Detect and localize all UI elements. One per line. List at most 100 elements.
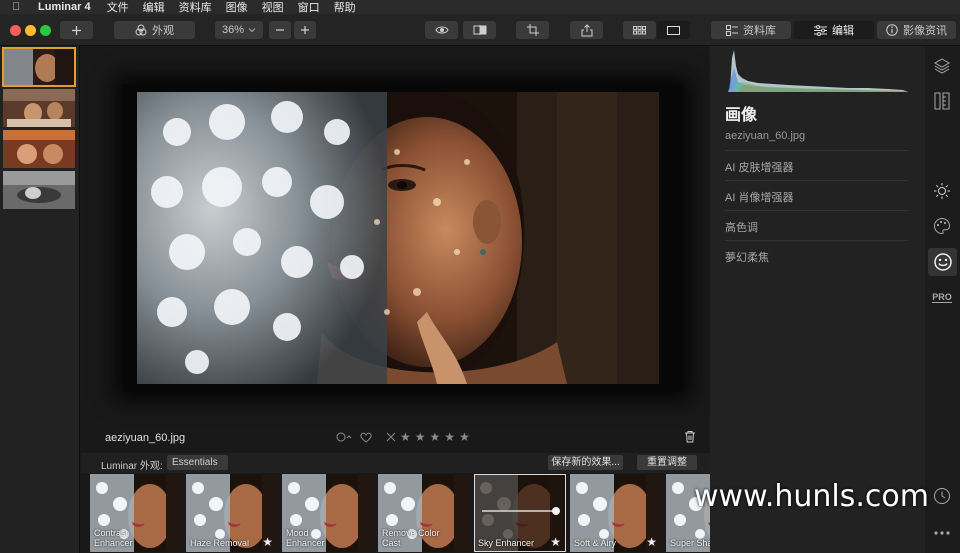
crop-icon: [526, 24, 539, 36]
look-preset-label: Sky Enhancer: [478, 538, 535, 548]
reset-adjustments-button[interactable]: 重置调整: [637, 455, 697, 470]
star-rating-3[interactable]: ★: [430, 430, 441, 444]
image-canvas[interactable]: [81, 46, 710, 453]
ellipsis-icon: [934, 531, 950, 535]
panel-title: 画像: [725, 107, 758, 124]
rating-controls: ★ ★ ★ ★ ★: [336, 430, 474, 444]
zoom-select[interactable]: 36%: [215, 21, 263, 39]
sliders-icon: [814, 24, 827, 36]
filmstrip-thumb[interactable]: [3, 130, 75, 168]
tool-ai-portrait-enhancer[interactable]: AI 肖像增强器: [725, 180, 908, 210]
crop-button[interactable]: [516, 21, 549, 39]
star-rating-2[interactable]: ★: [415, 430, 426, 444]
look-preset[interactable]: Soft & Airy ★: [570, 474, 662, 552]
looks-toggle-button[interactable]: 外观: [114, 21, 195, 39]
looks-collection-select[interactable]: Essentials ⌄: [167, 455, 228, 482]
single-view-button[interactable]: [657, 21, 690, 39]
reject-x-icon[interactable]: [386, 432, 396, 442]
grid-view-button[interactable]: [623, 21, 656, 39]
tool-ai-skin-enhancer[interactable]: AI 皮肤增强器: [725, 150, 908, 180]
canvas-tools-button[interactable]: [931, 90, 953, 112]
panel-filename: aeziyuan_60.jpg: [725, 130, 806, 142]
look-preset[interactable]: Haze Removal ★: [186, 474, 278, 552]
menu-window[interactable]: 窗口: [298, 0, 320, 15]
essentials-button[interactable]: [931, 180, 953, 202]
library-icon: [726, 24, 738, 36]
apple-icon[interactable]: : [12, 1, 22, 13]
looks-toggle-label: 外观: [152, 25, 174, 37]
favorite-star-icon[interactable]: ★: [550, 535, 561, 549]
color-label-icon[interactable]: [336, 432, 352, 442]
star-rating-4[interactable]: ★: [444, 430, 455, 444]
star-rating-1[interactable]: ★: [400, 430, 411, 444]
menu-image[interactable]: 图像: [226, 0, 248, 15]
image-filename: aeziyuan_60.jpg: [105, 432, 186, 444]
pro-label: PRO: [932, 291, 952, 303]
filmstrip-thumb[interactable]: [3, 171, 75, 209]
creative-button[interactable]: [931, 215, 953, 237]
sun-icon: [934, 183, 950, 199]
main-photo[interactable]: [137, 92, 659, 384]
clock-icon: [934, 488, 950, 504]
look-preset[interactable]: Remove Color Cast: [378, 474, 470, 552]
zoom-in-button[interactable]: [294, 21, 316, 39]
zoom-out-button[interactable]: [269, 21, 291, 39]
look-preset[interactable]: Contrast Enhancer: [90, 474, 182, 552]
menu-library[interactable]: 资料库: [179, 0, 212, 15]
canvas-ruler-icon: [934, 92, 950, 110]
share-button[interactable]: [570, 21, 603, 39]
tool-orton-effect[interactable]: 夢幻柔焦: [725, 240, 908, 270]
filmstrip-thumb[interactable]: [3, 89, 75, 127]
portrait-button[interactable]: [928, 248, 957, 276]
zoom-window-button[interactable]: [40, 25, 51, 36]
filmstrip: [0, 46, 80, 553]
plus-icon: [72, 25, 81, 35]
eye-icon: [434, 26, 449, 34]
preview-eye-button[interactable]: [425, 21, 458, 39]
menu-app-name[interactable]: Luminar 4: [38, 1, 91, 13]
compare-split-icon: [473, 25, 486, 35]
minus-icon: [276, 29, 284, 31]
menu-file[interactable]: 文件: [107, 0, 129, 15]
palette-icon: [934, 217, 951, 235]
star-rating-5[interactable]: ★: [459, 430, 470, 444]
tab-edit[interactable]: 编辑: [794, 21, 874, 39]
looks-label: Luminar 外观:: [101, 461, 163, 472]
tab-info[interactable]: 影像资讯: [877, 21, 956, 39]
history-button[interactable]: [931, 485, 953, 507]
look-preset-label: Remove Color Cast: [382, 528, 440, 548]
look-preset-label: Contrast Enhancer: [94, 528, 133, 548]
menu-help[interactable]: 帮助: [334, 0, 356, 15]
close-window-button[interactable]: [10, 25, 21, 36]
histogram: [728, 50, 908, 92]
save-look-button[interactable]: 保存新的效果...: [548, 455, 623, 470]
look-preset-label: Super Sha: [670, 538, 710, 548]
tool-high-key[interactable]: 高色调: [725, 210, 908, 240]
more-options-button[interactable]: [931, 522, 953, 544]
minimize-window-button[interactable]: [25, 25, 36, 36]
favorite-star-icon[interactable]: ★: [262, 535, 273, 549]
menu-view[interactable]: 视图: [262, 0, 284, 15]
share-icon: [581, 23, 592, 36]
favorite-star-icon[interactable]: ★: [646, 535, 657, 549]
look-preset[interactable]: Mood Enhancer: [282, 474, 374, 552]
plus-icon: [301, 26, 309, 34]
watermark-text: www.hunls.com: [694, 479, 930, 514]
compare-button[interactable]: [463, 21, 496, 39]
layers-button[interactable]: [931, 55, 953, 77]
menu-bar:  Luminar 4 文件 编辑 资料库 图像 视图 窗口 帮助: [0, 0, 960, 14]
tab-library[interactable]: 资料库: [711, 21, 791, 39]
trash-icon[interactable]: [684, 430, 696, 443]
looks-presets-strip: Contrast Enhancer Haze Removal ★ Mood Enhan…: [81, 473, 710, 553]
look-preset[interactable]: Sky Enhancer ★: [474, 474, 566, 552]
edit-panel: 画像 aeziyuan_60.jpg AI 皮肤增强器 AI 肖像增强器 高色调…: [710, 46, 925, 553]
heart-icon[interactable]: [360, 432, 372, 443]
zoom-value: 36%: [221, 24, 245, 36]
add-image-button[interactable]: [60, 21, 93, 39]
pro-tools-button[interactable]: PRO: [931, 286, 953, 308]
grid-icon: [633, 25, 646, 34]
filmstrip-thumb[interactable]: [2, 47, 76, 87]
info-icon: [886, 24, 898, 36]
look-preset-label: Mood Enhancer: [286, 528, 325, 548]
menu-edit[interactable]: 编辑: [143, 0, 165, 15]
